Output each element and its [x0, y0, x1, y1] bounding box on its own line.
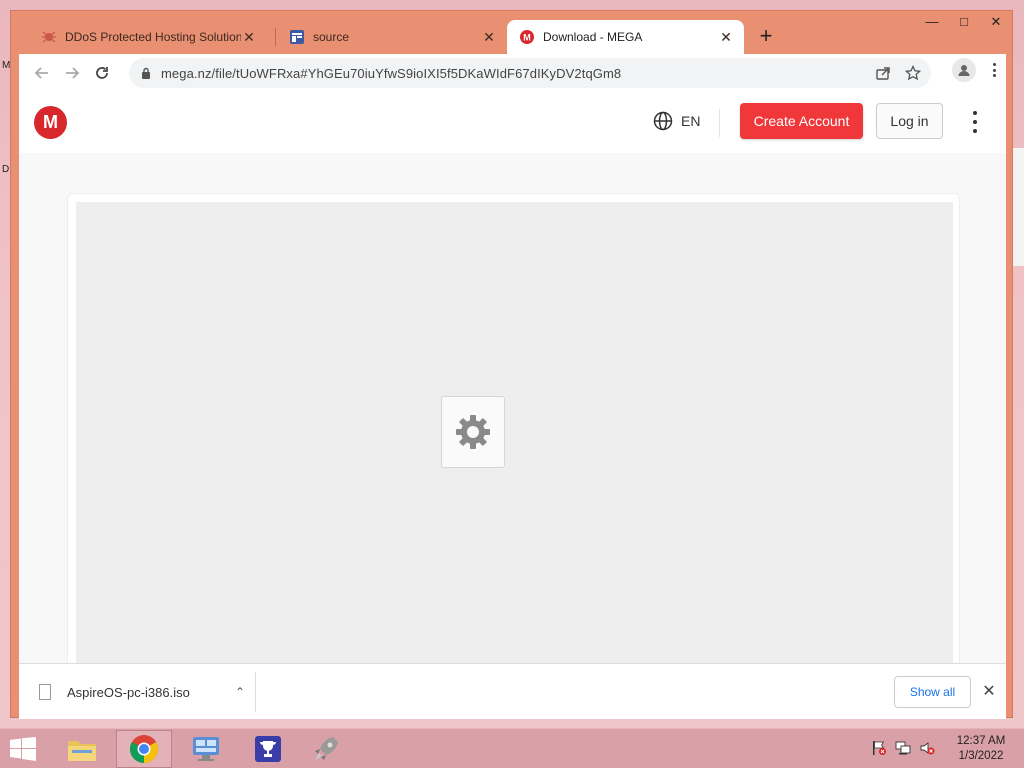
gear-icon [456, 415, 490, 449]
tab-close-icon[interactable]: ✕ [481, 29, 497, 46]
mega-header: M EN Create Account Log in [19, 91, 1006, 153]
back-button[interactable] [27, 58, 57, 88]
desktop-icon-fragment: D [2, 164, 10, 175]
windows-logo-icon [10, 737, 36, 761]
tab-separator [275, 28, 276, 46]
browser-window: — □ ✕ DDoS Protected Hosting Solution ✕ … [10, 10, 1013, 719]
arrow-right-icon [66, 66, 80, 79]
tab-title: DDoS Protected Hosting Solution [65, 30, 241, 44]
taskbar-control-panel[interactable] [178, 730, 234, 768]
language-selector[interactable]: EN [653, 111, 700, 131]
omnibox-actions [875, 58, 921, 88]
reload-icon [96, 66, 108, 79]
close-download-bar-icon[interactable]: ✕ [979, 678, 999, 706]
start-button[interactable] [8, 735, 38, 763]
login-button[interactable]: Log in [876, 103, 943, 139]
network-icon[interactable] [894, 739, 912, 757]
tab-close-icon[interactable]: ✕ [241, 29, 257, 46]
action-center-flag-icon[interactable] [870, 739, 888, 757]
site-menu-icon[interactable] [969, 111, 981, 133]
globe-icon [653, 111, 673, 131]
share-icon[interactable] [875, 65, 891, 81]
page-viewport: M EN Create Account Log in [19, 91, 1006, 663]
taskbar-clock[interactable]: 12:37 AM 1/3/2022 [948, 734, 1014, 764]
tab-source[interactable]: source ✕ [277, 20, 507, 54]
control-panel-icon [193, 737, 219, 761]
create-account-button[interactable]: Create Account [740, 103, 863, 139]
folder-icon [68, 741, 96, 761]
spider-icon [41, 29, 57, 45]
profile-icon[interactable] [952, 58, 976, 82]
browser-menu-icon[interactable] [988, 61, 1000, 79]
header-divider [719, 109, 720, 137]
svg-text:M: M [523, 33, 531, 43]
taskbar-chrome[interactable] [116, 730, 172, 768]
file-icon [39, 684, 51, 700]
arrow-left-icon [34, 66, 48, 79]
forward-button[interactable] [57, 58, 87, 88]
clock-date: 1/3/2022 [958, 750, 1004, 762]
taskbar-trophy-app[interactable] [240, 730, 296, 768]
taskbar-rocket-app[interactable] [298, 730, 354, 768]
file-preview-card [67, 193, 960, 663]
system-tray [870, 739, 936, 757]
url-text: mega.nz/file/tUoWFRxa#YhGEu70iuYfwS9ioIX… [161, 65, 622, 81]
lock-icon [142, 67, 150, 79]
tab-title: Download - MEGA [543, 30, 643, 44]
loading-indicator [441, 396, 505, 468]
download-bar: AspireOS-pc-i386.iso ⌃ Show all ✕ [19, 663, 1006, 719]
toolbar-right [952, 58, 1000, 82]
taskbar: 12:37 AM 1/3/2022 [0, 728, 1024, 768]
star-icon[interactable] [905, 65, 921, 81]
mega-logo[interactable]: M [34, 106, 67, 139]
rocket-icon [315, 737, 338, 760]
new-tab-button[interactable]: + [752, 20, 780, 54]
tab-strip: DDoS Protected Hosting Solution ✕ source… [19, 20, 1012, 54]
clock-time: 12:37 AM [956, 735, 1006, 747]
page-icon [289, 29, 305, 45]
tab-mega-download[interactable]: M Download - MEGA ✕ [507, 20, 744, 54]
mega-icon: M [519, 29, 535, 45]
tab-title: source [313, 30, 350, 44]
address-bar[interactable]: mega.nz/file/tUoWFRxa#YhGEu70iuYfwS9ioIX… [129, 58, 931, 88]
tab-close-icon[interactable]: ✕ [718, 29, 734, 46]
download-filename: AspireOS-pc-i386.iso [67, 684, 190, 700]
file-preview-area [76, 202, 953, 663]
reload-button[interactable] [87, 58, 117, 88]
tab-ddos[interactable]: DDoS Protected Hosting Solution ✕ [29, 20, 267, 54]
volume-muted-icon[interactable] [918, 739, 936, 757]
taskbar-file-explorer[interactable] [54, 730, 110, 768]
trophy-icon [255, 736, 281, 762]
show-all-button[interactable]: Show all [894, 676, 971, 708]
download-item[interactable]: AspireOS-pc-i386.iso ⌃ [19, 672, 256, 712]
chrome-icon [130, 735, 158, 763]
chevron-up-icon[interactable]: ⌃ [225, 685, 255, 699]
language-label: EN [681, 113, 701, 129]
browser-toolbar: mega.nz/file/tUoWFRxa#YhGEu70iuYfwS9ioIX… [19, 54, 1006, 91]
